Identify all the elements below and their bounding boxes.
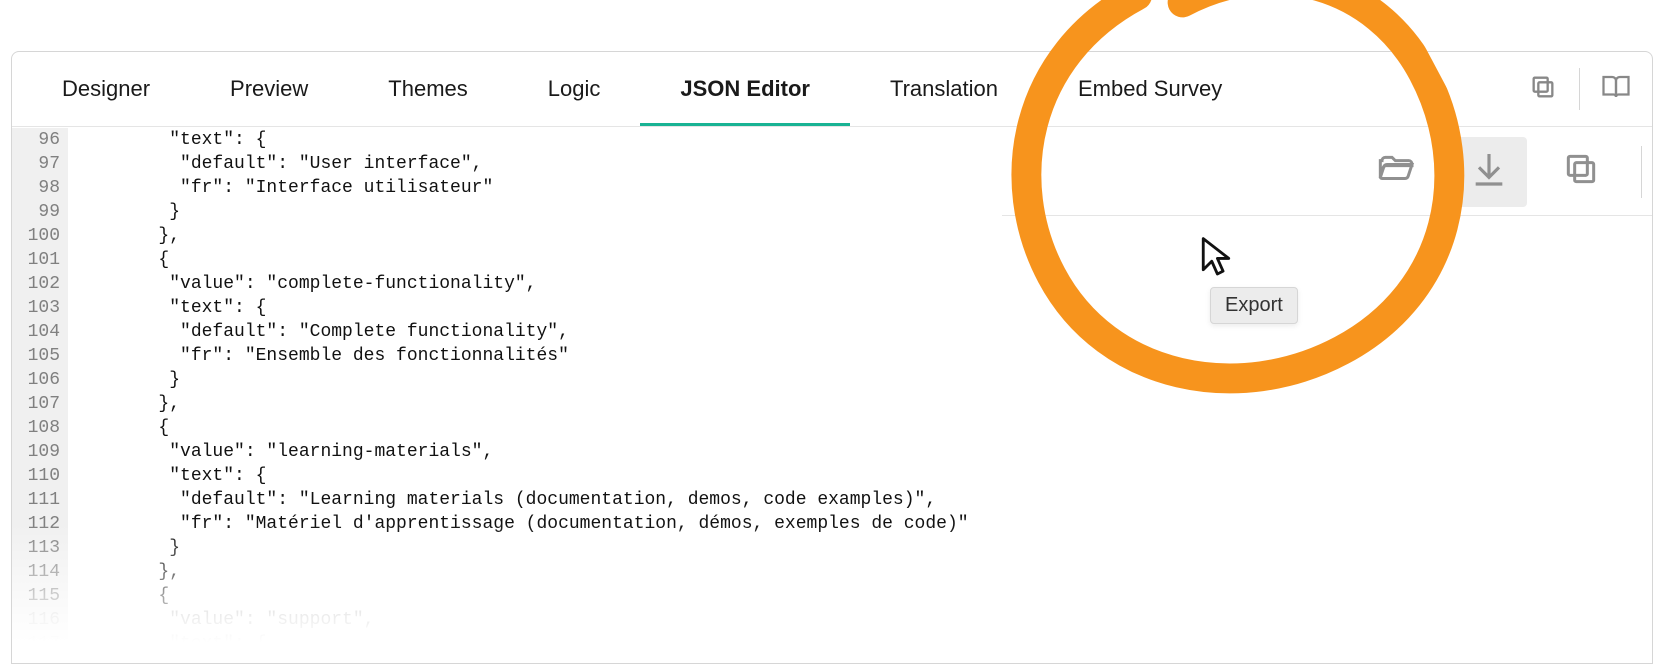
line-gutter: 9697989910010110210310410510610710810911…: [12, 128, 68, 663]
editor-toolbar: [1002, 128, 1652, 216]
book-open-icon: [1601, 72, 1631, 107]
tab-themes[interactable]: Themes: [348, 52, 507, 126]
tabbar: Designer Preview Themes Logic JSON Edito…: [12, 52, 1652, 127]
editor-area: 9697989910010110210310410510610710810911…: [12, 128, 1652, 663]
tabbar-copy-button[interactable]: [1507, 52, 1579, 126]
toolbar-open-button[interactable]: [1359, 137, 1435, 207]
export-tooltip: Export: [1210, 287, 1298, 324]
copy-icon: [1529, 73, 1557, 106]
tab-json-editor[interactable]: JSON Editor: [640, 52, 850, 126]
tab-translation[interactable]: Translation: [850, 52, 1038, 126]
folder-open-icon: [1377, 149, 1417, 194]
tab-preview[interactable]: Preview: [190, 52, 348, 126]
app-shell: Designer Preview Themes Logic JSON Edito…: [11, 51, 1653, 664]
download-icon: [1469, 149, 1509, 194]
separator: [1641, 146, 1642, 198]
copy-icon: [1562, 150, 1600, 193]
toolbar-export-button[interactable]: [1451, 137, 1527, 207]
tab-embed-survey[interactable]: Embed Survey: [1038, 52, 1262, 126]
tab-logic[interactable]: Logic: [508, 52, 641, 126]
code-content[interactable]: "text": { "default": "User interface", "…: [68, 128, 969, 663]
tab-designer[interactable]: Designer: [22, 52, 190, 126]
toolbar-copy-button[interactable]: [1543, 137, 1619, 207]
tabbar-book-button[interactable]: [1580, 52, 1652, 126]
